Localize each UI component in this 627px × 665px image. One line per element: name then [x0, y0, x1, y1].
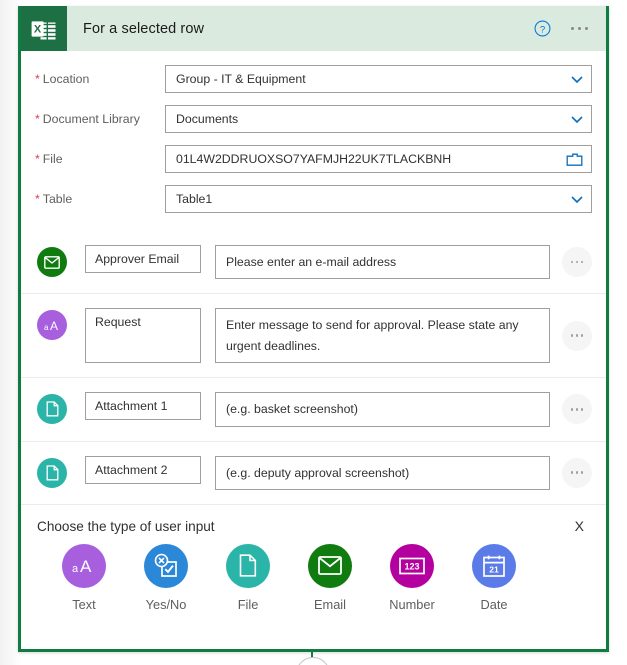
chevron-down-icon[interactable]: [569, 111, 585, 127]
picker-label-yes-no: Yes/No: [145, 596, 187, 612]
envelope-icon[interactable]: [308, 543, 352, 588]
picker-options: a A Text Yes/No File Email 123 Number 21…: [37, 543, 590, 612]
input-name-approver-email[interactable]: Approver Email: [85, 245, 201, 273]
document-icon[interactable]: [37, 457, 67, 488]
picker-option-text[interactable]: a A Text: [55, 543, 113, 612]
yes-no-icon[interactable]: [144, 543, 188, 588]
document-library-dropdown[interactable]: Documents: [165, 105, 592, 133]
header-more-icon[interactable]: [569, 23, 591, 35]
picker-label-number: Number: [389, 596, 435, 612]
picker-option-date[interactable]: 21 Date: [465, 543, 523, 612]
row-more-icon-request[interactable]: [562, 320, 592, 351]
field-row-location: * Location Group - IT & Equipment: [35, 65, 592, 93]
location-dropdown[interactable]: Group - IT & Equipment: [165, 65, 592, 93]
card-header: X For a selected row ?: [21, 6, 606, 51]
picker-title: Choose the type of user input: [37, 518, 215, 534]
user-input-row-approver-email: Approver Email Please enter an e-mail ad…: [21, 231, 606, 295]
input-value-approver-email[interactable]: Please enter an e-mail address: [215, 245, 550, 280]
row-more-icon-attachment-1[interactable]: [562, 394, 592, 425]
help-circle-icon[interactable]: ?: [534, 20, 551, 37]
document-icon[interactable]: [226, 543, 270, 588]
picker-label-email: Email: [314, 596, 346, 612]
required-asterisk: *: [35, 192, 40, 206]
required-asterisk: *: [35, 152, 40, 166]
picker-label-file: File: [237, 596, 259, 612]
location-value: Group - IT & Equipment: [176, 72, 306, 86]
input-name-attachment-1[interactable]: Attachment 1: [85, 392, 201, 421]
number-123-icon[interactable]: 123: [390, 543, 434, 588]
document-library-value: Documents: [176, 112, 239, 126]
picker-option-number[interactable]: 123 Number: [383, 543, 441, 612]
user-input-row-request: a A Request Enter message to send for ap…: [21, 294, 606, 379]
picker-label-date: Date: [480, 596, 508, 612]
picker-option-file[interactable]: File: [219, 543, 277, 612]
picker-option-yes-no[interactable]: Yes/No: [137, 543, 195, 612]
input-value-attachment-2[interactable]: (e.g. deputy approval screenshot): [215, 455, 550, 490]
table-dropdown[interactable]: Table1: [165, 185, 592, 213]
field-label-file: * File: [35, 152, 165, 166]
excel-icon: X: [21, 6, 67, 51]
svg-text:a: a: [44, 323, 49, 332]
envelope-icon[interactable]: [37, 247, 67, 277]
input-name-attachment-2[interactable]: Attachment 2: [85, 455, 201, 484]
field-row-table: * Table Table1: [35, 185, 592, 213]
svg-text:?: ?: [539, 24, 544, 35]
folder-icon[interactable]: [566, 152, 583, 167]
field-label-text: Location: [42, 72, 90, 86]
card-title: For a selected row: [83, 20, 205, 37]
table-value: Table1: [176, 192, 213, 206]
calendar-icon[interactable]: 21: [472, 543, 516, 588]
header-actions: ?: [534, 20, 591, 37]
field-label-document-library: * Document Library: [35, 112, 165, 126]
svg-text:X: X: [34, 23, 42, 35]
flow-add-step-node[interactable]: [296, 657, 330, 665]
card-body: * Location Group - IT & Equipment * Docume…: [21, 51, 606, 622]
field-row-file: * File 01L4W2DDRUOXSO7YAFMJH22UK7TLACKBNH: [35, 145, 592, 173]
user-input-type-picker: Choose the type of user input X a A Text: [21, 503, 606, 622]
field-row-document-library: * Document Library Documents: [35, 105, 592, 133]
picker-label-text: Text: [72, 596, 96, 612]
input-value-request[interactable]: Enter message to send for approval. Plea…: [215, 308, 550, 364]
chevron-down-icon[interactable]: [569, 191, 585, 207]
field-label-table: * Table: [35, 192, 165, 206]
input-value-attachment-1[interactable]: (e.g. basket screenshot): [215, 392, 550, 427]
text-aA-icon[interactable]: a A: [62, 543, 106, 588]
user-input-row-attachment-2: Attachment 2 (e.g. deputy approval scree…: [21, 442, 606, 504]
calendar-day-number: 21: [489, 564, 499, 574]
svg-text:a: a: [72, 563, 79, 575]
row-more-icon-approver-email[interactable]: [562, 247, 592, 278]
field-label-text: Table: [42, 192, 73, 206]
field-label-location: * Location: [35, 72, 165, 86]
svg-text:A: A: [80, 557, 92, 575]
svg-text:123: 123: [404, 561, 419, 571]
required-asterisk: *: [35, 112, 40, 126]
field-label-text: File: [42, 152, 63, 166]
user-input-row-attachment-1: Attachment 1 (e.g. basket screenshot): [21, 378, 606, 442]
picker-header: Choose the type of user input X: [37, 519, 590, 534]
required-fields: * Location Group - IT & Equipment * Docume…: [21, 51, 606, 231]
chevron-down-icon[interactable]: [569, 71, 585, 87]
picker-option-email[interactable]: Email: [301, 543, 359, 612]
action-card: X For a selected row ? * Location Group …: [18, 6, 609, 652]
svg-text:A: A: [50, 319, 58, 332]
file-input[interactable]: 01L4W2DDRUOXSO7YAFMJH22UK7TLACKBNH: [165, 145, 592, 173]
input-name-request[interactable]: Request: [85, 308, 201, 364]
file-value: 01L4W2DDRUOXSO7YAFMJH22UK7TLACKBNH: [176, 152, 452, 166]
row-more-icon-attachment-2[interactable]: [562, 457, 592, 488]
text-aA-icon[interactable]: a A: [37, 310, 67, 341]
required-asterisk: *: [35, 72, 40, 86]
document-icon[interactable]: [37, 394, 67, 425]
close-icon[interactable]: X: [569, 519, 590, 533]
screen: X For a selected row ? * Location Group …: [0, 0, 627, 665]
field-label-text: Document Library: [42, 112, 140, 126]
